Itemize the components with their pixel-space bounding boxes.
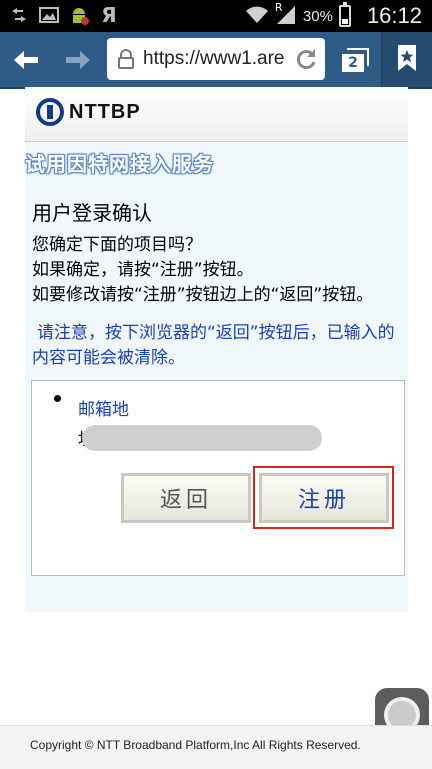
bookmark-star-icon <box>396 44 418 76</box>
service-title: 试用因特网接入服务 <box>25 152 214 176</box>
back-arrow-icon[interactable] <box>6 40 46 80</box>
tabs-button[interactable]: 2 <box>333 41 369 77</box>
system-icons: R 30% 16:12 <box>245 1 422 29</box>
forward-arrow-icon[interactable] <box>58 40 98 80</box>
reload-icon[interactable] <box>293 46 319 72</box>
bookmark-button[interactable] <box>381 32 432 87</box>
register-button-highlight <box>253 466 394 529</box>
confirmation-text: 您确定下面的项目吗？ 如果确定，请按“注册”按钮。 如要修改请按“注册”按钮边上… <box>32 233 402 308</box>
lock-icon <box>117 49 135 73</box>
address-bar[interactable]: https://www1.are <box>107 38 325 80</box>
status-bar: Я R 30% 16:12 <box>0 0 432 32</box>
masked-email-value <box>82 425 322 451</box>
email-label-line-1: 邮箱地 <box>78 400 129 420</box>
nttbp-logo: NTTBP <box>35 97 141 127</box>
confirmation-form: 邮箱地 址： 返回 注册 <box>31 380 405 576</box>
image-icon <box>38 4 60 26</box>
desc-line-2: 如果确定，请按“注册”按钮。 <box>32 260 254 280</box>
page-content: NTTBP 试用因特网接入服务 用户登录确认 您确定下面的项目吗？ 如果确定，请… <box>25 87 408 612</box>
tab-count: 2 <box>342 54 364 72</box>
notification-icons: Я <box>8 3 120 27</box>
browser-toolbar: https://www1.are 2 <box>0 32 432 89</box>
clock: 16:12 <box>366 3 422 28</box>
desc-line-1: 您确定下面的项目吗？ <box>32 235 202 255</box>
url-text: https://www1.are <box>143 48 285 69</box>
page-header: NTTBP <box>25 87 408 142</box>
bullet-icon <box>54 395 61 402</box>
warning-text: 请注意，按下浏览器的“返回”按钮后，已输入的内容可能会被清除。 <box>32 323 395 368</box>
signal-icon: R <box>274 1 297 29</box>
app-icon: Я <box>101 3 117 27</box>
section-title: 用户登录确认 <box>32 201 152 225</box>
nttbp-logo-mark <box>36 98 64 126</box>
desc-line-3: 如要修改请按“注册”按钮边上的“返回”按钮。 <box>32 285 374 305</box>
copyright-text: Copyright © NTT Broadband Platform,Inc A… <box>30 738 361 752</box>
usb-icon <box>8 4 30 26</box>
wifi-icon <box>245 3 269 29</box>
logo-text: NTTBP <box>69 100 141 123</box>
page-footer: Copyright © NTT Broadband Platform,Inc A… <box>0 725 432 769</box>
roaming-badge: R <box>274 1 283 14</box>
back-button[interactable]: 返回 <box>121 473 251 523</box>
battery-percent: 30% <box>302 7 333 25</box>
android-debug-icon <box>68 4 90 26</box>
battery-icon <box>338 2 351 27</box>
